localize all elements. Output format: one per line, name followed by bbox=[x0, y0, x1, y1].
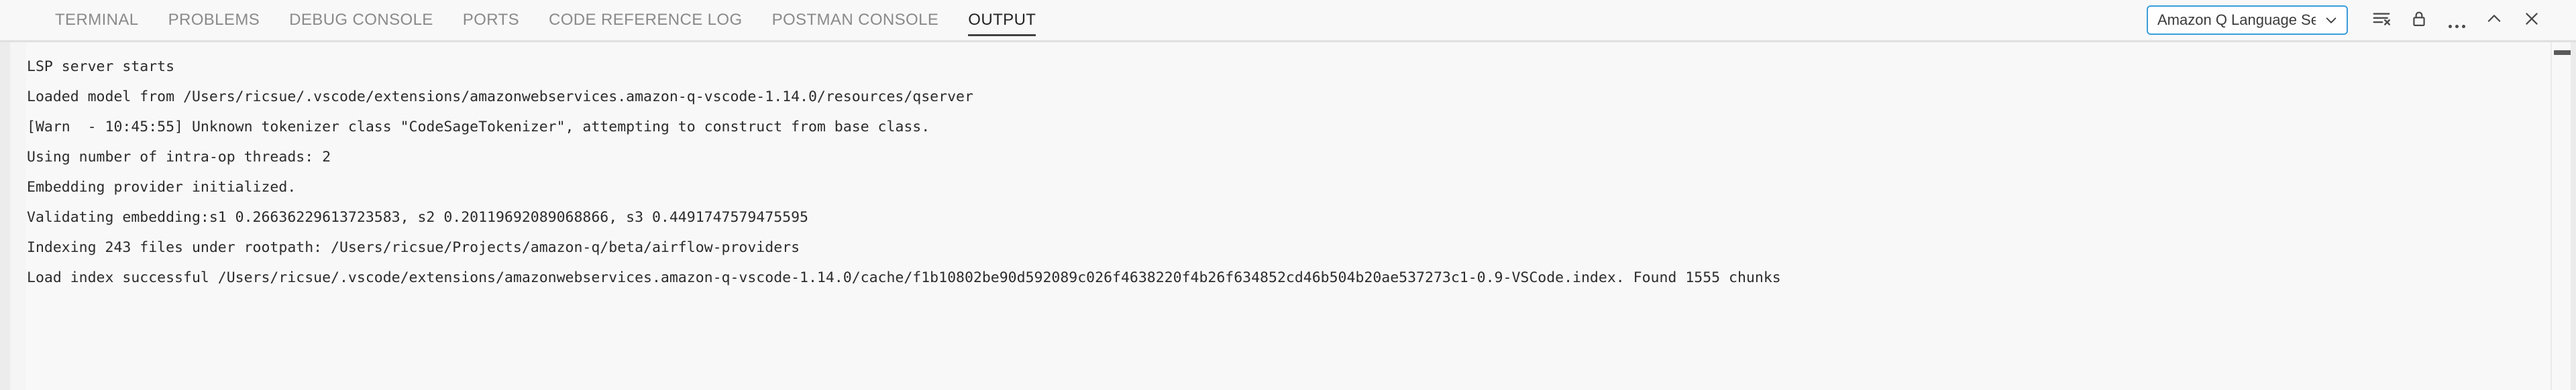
chevron-down-icon bbox=[2324, 13, 2339, 27]
tab-terminal-label: TERMINAL bbox=[55, 11, 139, 29]
window-right-edge bbox=[2571, 0, 2576, 390]
log-line: Embedding provider initialized. bbox=[27, 179, 297, 196]
close-icon bbox=[2522, 9, 2541, 31]
output-log-content[interactable]: LSP server starts Loaded model from /Use… bbox=[0, 42, 2576, 390]
panel-left-margin bbox=[10, 0, 26, 390]
log-line: Using number of intra-op threads: 2 bbox=[27, 149, 331, 166]
more-actions-button[interactable] bbox=[2438, 1, 2475, 39]
tab-postman-console[interactable]: POSTMAN CONSOLE bbox=[757, 0, 954, 42]
tab-terminal[interactable]: TERMINAL bbox=[40, 0, 154, 42]
tab-code-reference-log[interactable]: CODE REFERENCE LOG bbox=[534, 0, 757, 42]
tab-ports-label: PORTS bbox=[462, 11, 519, 29]
log-line: Load index successful /Users/ricsue/.vsc… bbox=[27, 269, 1781, 286]
chevron-up-icon bbox=[2485, 9, 2504, 31]
tab-ports[interactable]: PORTS bbox=[448, 0, 534, 42]
output-panel: TERMINAL PROBLEMS DEBUG CONSOLE PORTS CO… bbox=[0, 0, 2576, 390]
panel-tab-list: TERMINAL PROBLEMS DEBUG CONSOLE PORTS CO… bbox=[40, 0, 1051, 42]
tab-code-reference-log-label: CODE REFERENCE LOG bbox=[548, 11, 743, 29]
log-line: Indexing 243 files under rootpath: /User… bbox=[27, 239, 800, 256]
panel-header: TERMINAL PROBLEMS DEBUG CONSOLE PORTS CO… bbox=[0, 0, 2576, 42]
close-panel-button[interactable] bbox=[2513, 1, 2551, 39]
output-channel-select[interactable]: Amazon Q Language Serv bbox=[2147, 5, 2348, 35]
clear-output-button[interactable] bbox=[2363, 1, 2400, 39]
tab-output[interactable]: OUTPUT bbox=[953, 0, 1051, 42]
tab-problems-label: PROBLEMS bbox=[168, 11, 260, 29]
tab-debug-console-label: DEBUG CONSOLE bbox=[289, 11, 433, 29]
lock-scroll-button[interactable] bbox=[2400, 1, 2438, 39]
clear-output-icon bbox=[2371, 9, 2392, 32]
tab-debug-console[interactable]: DEBUG CONSOLE bbox=[274, 0, 448, 42]
log-line: LSP server starts bbox=[27, 58, 175, 75]
ellipsis-icon bbox=[2448, 11, 2465, 29]
log-line: [Warn - 10:45:55] Unknown tokenizer clas… bbox=[27, 119, 930, 135]
output-channel-value: Amazon Q Language Serv bbox=[2157, 11, 2316, 28]
activity-bar-gutter bbox=[0, 0, 10, 390]
tab-problems[interactable]: PROBLEMS bbox=[154, 0, 275, 42]
maximize-panel-button[interactable] bbox=[2475, 1, 2513, 39]
log-line: Loaded model from /Users/ricsue/.vscode/… bbox=[27, 88, 973, 105]
tab-postman-console-label: POSTMAN CONSOLE bbox=[771, 11, 939, 29]
lock-icon bbox=[2410, 9, 2428, 31]
tab-output-label: OUTPUT bbox=[968, 11, 1036, 29]
log-line: Validating embedding:s1 0.26636229613723… bbox=[27, 209, 808, 226]
panel-header-actions: Amazon Q Language Serv bbox=[2147, 1, 2551, 39]
